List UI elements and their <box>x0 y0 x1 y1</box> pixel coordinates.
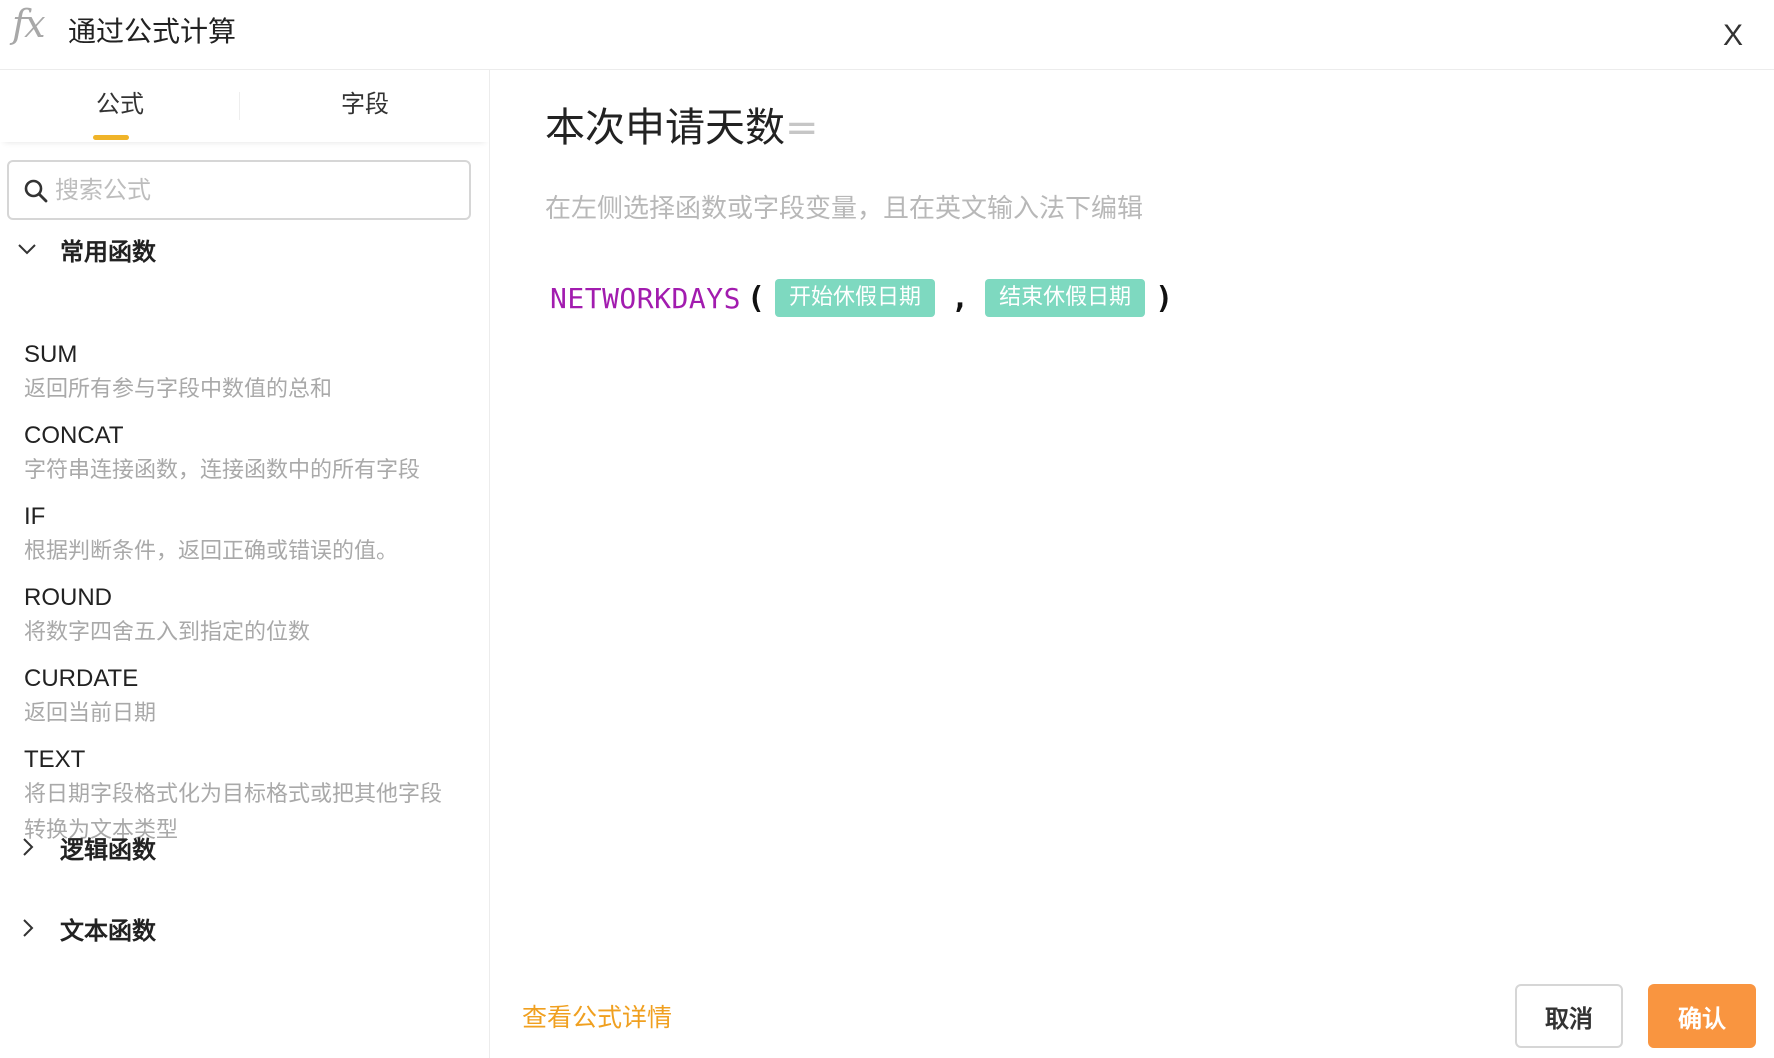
editor-hint: 在左侧选择函数或字段变量，且在英文输入法下编辑 <box>545 194 1144 224</box>
cancel-button[interactable]: 取消 <box>1515 984 1623 1048</box>
function-token[interactable]: NETWORKDAYS <box>550 282 741 315</box>
formula-editor-panel: 本次申请天数= 在左侧选择函数或字段变量，且在英文输入法下编辑 NETWORKD… <box>490 70 1774 1058</box>
view-formula-details-link[interactable]: 查看公式详情 <box>522 998 672 1034</box>
function-item-concat[interactable]: CONCAT 字符串连接函数，连接函数中的所有字段 <box>24 421 464 489</box>
close-icon[interactable]: X <box>1718 16 1748 56</box>
fx-icon: fx <box>12 2 45 46</box>
formula-editor[interactable]: NETWORKDAYS ( 开始休假日期 , 结束休假日期 ) <box>550 276 1179 320</box>
group-label: 文本函数 <box>60 917 156 945</box>
tab-divider <box>239 92 240 120</box>
function-description: 字符串连接函数，连接函数中的所有字段 <box>24 458 421 483</box>
group-text-functions[interactable]: 文本函数 <box>0 907 470 951</box>
function-description: 返回当前日期 <box>24 701 157 726</box>
target-field-name: 本次申请天数 <box>545 105 785 151</box>
function-item-round[interactable]: ROUND 将数字四舍五入到指定的位数 <box>24 583 464 651</box>
function-description: 根据判断条件，返回正确或错误的值。 <box>24 539 399 564</box>
target-field-title: 本次申请天数= <box>545 95 819 153</box>
formula-dialog: fx 通过公式计算 X 公式 字段 常用函数 SUM <box>0 0 1774 1058</box>
group-common-functions[interactable]: 常用函数 <box>0 228 470 272</box>
search-box[interactable] <box>7 160 471 220</box>
group-label: 常用函数 <box>60 238 156 266</box>
group-label: 逻辑函数 <box>60 836 156 864</box>
function-name: SUM <box>24 341 78 368</box>
open-paren: ( <box>746 280 765 316</box>
formula-sidebar: 公式 字段 常用函数 SUM 返回所有参与字段中数值的总和 <box>0 70 490 1058</box>
confirm-button[interactable]: 确认 <box>1648 984 1756 1048</box>
chevron-right-icon <box>23 919 34 937</box>
field-chip-start-date[interactable]: 开始休假日期 <box>775 279 936 317</box>
chevron-right-icon <box>23 838 34 856</box>
function-item-if[interactable]: IF 根据判断条件，返回正确或错误的值。 <box>24 502 464 570</box>
search-input[interactable] <box>55 170 455 210</box>
close-paren: ) <box>1155 280 1174 316</box>
tab-field[interactable]: 字段 <box>245 70 485 142</box>
active-tab-indicator <box>93 135 129 140</box>
function-description: 返回所有参与字段中数值的总和 <box>24 377 333 402</box>
group-logic-functions[interactable]: 逻辑函数 <box>0 826 470 870</box>
function-name: CURDATE <box>24 665 139 692</box>
function-description: 将数字四舍五入到指定的位数 <box>24 620 311 645</box>
function-name: CONCAT <box>24 422 124 449</box>
argument-separator: , <box>951 280 970 316</box>
function-name: ROUND <box>24 584 112 611</box>
sidebar-tabs: 公式 字段 <box>0 70 489 142</box>
tab-formula[interactable]: 公式 <box>0 70 240 142</box>
function-name: IF <box>24 503 46 530</box>
field-chip-end-date[interactable]: 结束休假日期 <box>985 279 1146 317</box>
dialog-header: fx 通过公式计算 X <box>0 0 1774 70</box>
equals-sign: = <box>785 105 819 151</box>
search-icon <box>24 179 48 203</box>
function-name: TEXT <box>24 746 86 773</box>
function-item-curdate[interactable]: CURDATE 返回当前日期 <box>24 664 464 732</box>
dialog-title: 通过公式计算 <box>68 15 237 48</box>
function-item-sum[interactable]: SUM 返回所有参与字段中数值的总和 <box>24 340 464 408</box>
chevron-down-icon <box>18 244 36 255</box>
